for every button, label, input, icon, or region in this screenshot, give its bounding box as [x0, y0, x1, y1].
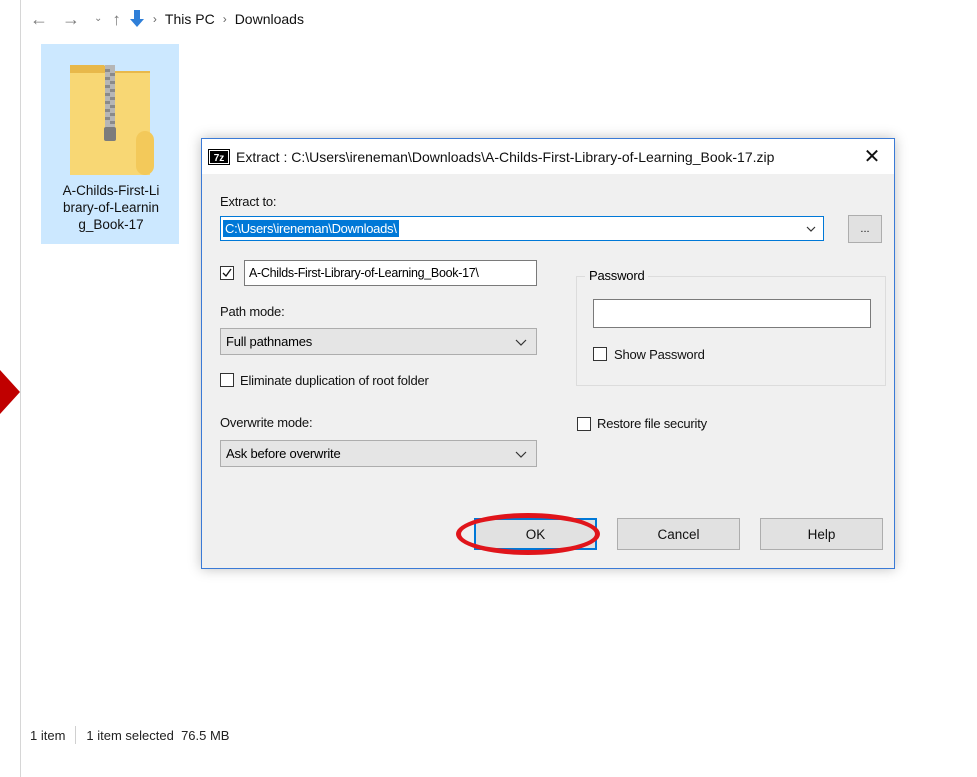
eliminate-duplication-checkbox[interactable] — [220, 373, 234, 387]
password-legend: Password — [585, 268, 649, 283]
show-password-label: Show Password — [614, 347, 705, 362]
dialog-titlebar: 7z Extract : C:\Users\ireneman\Downloads… — [202, 139, 894, 174]
extract-to-label: Extract to: — [220, 194, 277, 209]
status-divider — [75, 726, 77, 744]
forward-button[interactable]: → — [62, 10, 80, 28]
chevron-down-icon — [515, 339, 527, 346]
extract-to-combobox[interactable]: C:\Users\ireneman\Downloads\ — [220, 216, 824, 241]
path-mode-label: Path mode: — [220, 304, 285, 319]
window-border — [20, 0, 21, 777]
recent-locations-button[interactable]: ⌄ — [94, 14, 102, 24]
chevron-down-icon[interactable] — [805, 223, 817, 235]
path-mode-value: Full pathnames — [226, 334, 313, 349]
close-button[interactable]: ✕ — [850, 139, 894, 174]
red-pointer-arrow — [0, 370, 20, 414]
dialog-title: Extract : C:\Users\ireneman\Downloads\A-… — [236, 148, 775, 165]
zip-file-item[interactable]: A-Childs-First-Li brary-of-Learnin g_Boo… — [41, 44, 179, 244]
address-bar: ← → ⌄ ↑ › This PC › Downloads — [30, 0, 970, 38]
breadcrumb-this-pc[interactable]: This PC — [165, 11, 215, 27]
downloads-icon — [129, 9, 145, 29]
breadcrumb-separator: › — [152, 12, 157, 26]
item-count: 1 item — [30, 727, 66, 743]
subfolder-checkbox[interactable] — [220, 266, 234, 280]
breadcrumb-downloads[interactable]: Downloads — [235, 11, 304, 27]
restore-security-checkbox[interactable] — [577, 417, 591, 431]
overwrite-mode-value: Ask before overwrite — [226, 446, 341, 461]
svg-text:7z: 7z — [214, 153, 225, 164]
cancel-button[interactable]: Cancel — [617, 518, 740, 550]
show-password-checkbox[interactable] — [593, 347, 607, 361]
password-input[interactable] — [593, 299, 871, 328]
browse-button[interactable]: ... — [848, 215, 882, 243]
overwrite-mode-select[interactable]: Ask before overwrite — [220, 440, 537, 467]
7zip-app-icon: 7z — [208, 148, 230, 165]
restore-security-label: Restore file security — [597, 416, 707, 431]
extract-to-value: C:\Users\ireneman\Downloads\ — [223, 220, 399, 237]
checkmark-icon — [222, 268, 232, 278]
selection-info: 1 item selected 76.5 MB — [86, 727, 230, 743]
status-bar: 1 item 1 item selected 76.5 MB — [30, 720, 229, 750]
zip-folder-icon — [70, 65, 154, 175]
password-group: Password Show Password — [576, 268, 886, 386]
ok-button-highlight-circle — [456, 513, 600, 555]
up-button[interactable]: ↑ — [112, 11, 121, 28]
breadcrumb-separator: › — [222, 12, 227, 26]
path-mode-select[interactable]: Full pathnames — [220, 328, 537, 355]
chevron-down-icon — [515, 451, 527, 458]
file-name-label: A-Childs-First-Li brary-of-Learnin g_Boo… — [62, 183, 160, 232]
help-button[interactable]: Help — [760, 518, 883, 550]
eliminate-duplication-label: Eliminate duplication of root folder — [240, 373, 429, 388]
subfolder-input[interactable]: A-Childs-First-Library-of-Learning_Book-… — [244, 260, 537, 286]
back-button[interactable]: ← — [30, 10, 48, 28]
overwrite-mode-label: Overwrite mode: — [220, 415, 313, 430]
extract-dialog: 7z Extract : C:\Users\ireneman\Downloads… — [201, 138, 895, 569]
